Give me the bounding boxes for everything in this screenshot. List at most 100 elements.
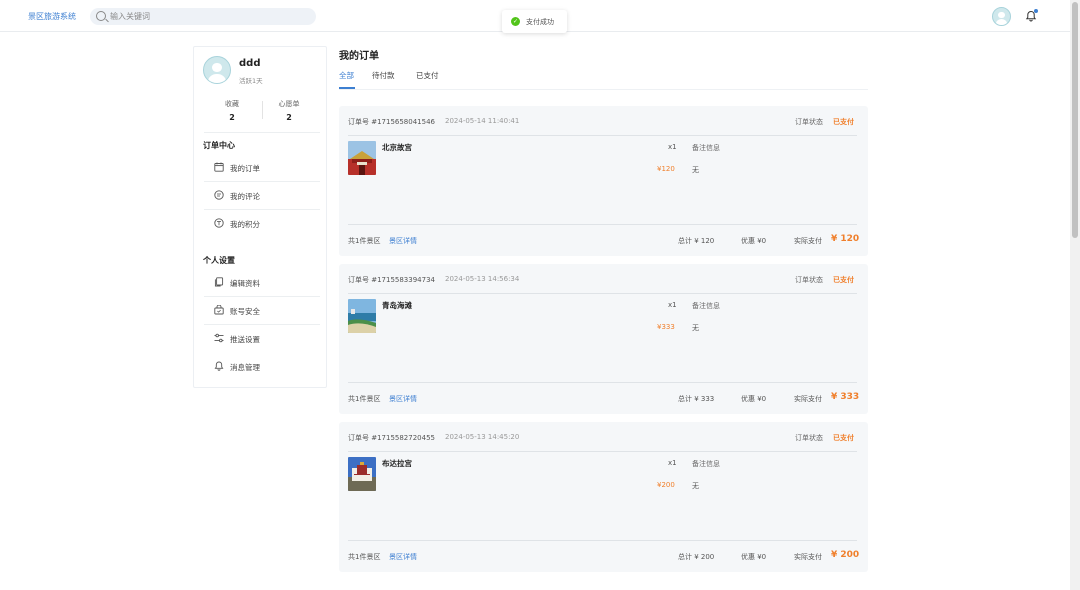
tab-pending-payment[interactable]: 待付款 (372, 70, 395, 81)
sidebar-item-label: 我的积分 (230, 220, 260, 229)
note-label: 备注信息 (692, 460, 720, 468)
divider (348, 224, 857, 225)
user-sidebar: ddd 活跃1天 收藏 2 心愿单 2 订单中心 我的订单 我的评论 我的积分 … (193, 46, 327, 388)
paid-label: 实际支付 (794, 237, 822, 245)
order-date: 2024-05-14 11:40:41 (445, 117, 520, 125)
order-status-label: 订单状态 (795, 276, 823, 284)
toast-message: 支付成功 (526, 18, 554, 26)
note-value: 无 (692, 482, 699, 490)
sidebar-item-label: 我的订单 (230, 164, 260, 173)
active-days: 活跃1天 (239, 77, 263, 85)
search-input[interactable] (110, 10, 310, 23)
avatar[interactable] (992, 7, 1011, 26)
order-card: 订单号 #1715582720455 2024-05-13 14:45:20 订… (339, 422, 868, 572)
search-box[interactable] (90, 8, 316, 25)
favorites-label: 收藏 (225, 100, 239, 108)
item-count: 共1件景区 (348, 237, 381, 245)
note-value: 无 (692, 166, 699, 174)
settings-title: 个人设置 (203, 256, 235, 265)
divider (348, 135, 857, 136)
order-discount: 优惠 ¥0 (741, 237, 767, 245)
brand-logo[interactable]: 景区旅游系统 (28, 11, 76, 22)
order-card: 订单号 #1715658041546 2024-05-14 11:40:41 订… (339, 106, 868, 256)
sidebar-item-label: 编辑资料 (230, 279, 260, 288)
sidebar-item-edit-profile[interactable]: 编辑资料 (194, 269, 326, 296)
divider (348, 540, 857, 541)
calendar-icon (214, 162, 224, 172)
product-name[interactable]: 青岛海滩 (382, 300, 412, 311)
divider (348, 382, 857, 383)
order-total: 总计 ¥ 120 (678, 237, 715, 245)
paid-label: 实际支付 (794, 395, 822, 403)
sidebar-item-label: 消息管理 (230, 363, 260, 372)
order-status: 已支付 (833, 276, 854, 284)
document-icon (214, 277, 224, 287)
notification-dot (1034, 9, 1038, 13)
scenic-detail-link[interactable]: 景区详情 (389, 236, 417, 246)
order-number: 订单号 #1715582720455 (348, 434, 435, 442)
scenic-detail-link[interactable]: 景区详情 (389, 552, 417, 562)
order-date: 2024-05-13 14:56:34 (445, 275, 520, 283)
favorites-stat[interactable]: 收藏 2 (212, 99, 252, 122)
unit-price: ¥333 (657, 323, 675, 331)
sidebar-item-push-settings[interactable]: 推送设置 (194, 325, 326, 352)
order-discount: 优惠 ¥0 (741, 395, 767, 403)
sidebar-item-my-comments[interactable]: 我的评论 (194, 182, 326, 209)
favorites-count: 2 (229, 113, 235, 122)
tab-paid[interactable]: 已支付 (416, 70, 439, 81)
order-total: 总计 ¥ 200 (678, 553, 715, 561)
user-avatar[interactable] (203, 56, 231, 84)
bell-icon (214, 361, 224, 371)
check-circle-icon: ✓ (511, 17, 520, 26)
quantity: x1 (668, 459, 677, 467)
sidebar-item-label: 我的评论 (230, 192, 260, 201)
order-number: 订单号 #1715658041546 (348, 118, 435, 126)
sidebar-item-label: 账号安全 (230, 307, 260, 316)
shield-icon (214, 304, 224, 315)
note-label: 备注信息 (692, 144, 720, 152)
stat-divider (262, 101, 263, 119)
order-status: 已支付 (833, 118, 854, 126)
quantity: x1 (668, 143, 677, 151)
sliders-icon (214, 333, 224, 343)
order-date: 2024-05-13 14:45:20 (445, 433, 520, 441)
order-status-label: 订单状态 (795, 118, 823, 126)
product-thumbnail[interactable] (348, 457, 376, 491)
item-count: 共1件景区 (348, 553, 381, 561)
order-center-title: 订单中心 (203, 141, 235, 150)
sidebar-item-message-management[interactable]: 消息管理 (194, 353, 326, 380)
search-icon (96, 11, 106, 21)
order-status: 已支付 (833, 434, 854, 442)
note-label: 备注信息 (692, 302, 720, 310)
paid-amount: ¥ 120 (831, 234, 860, 244)
product-name[interactable]: 北京故宫 (382, 142, 412, 153)
sidebar-item-my-orders[interactable]: 我的订单 (194, 154, 326, 181)
item-count: 共1件景区 (348, 395, 381, 403)
sidebar-item-account-security[interactable]: 账号安全 (194, 297, 326, 324)
comment-icon (214, 190, 224, 200)
tab-all[interactable]: 全部 (339, 70, 354, 81)
divider (204, 132, 320, 133)
divider (348, 451, 857, 452)
unit-price: ¥200 (657, 481, 675, 489)
note-value: 无 (692, 324, 699, 332)
order-total: 总计 ¥ 333 (678, 395, 715, 403)
quantity: x1 (668, 301, 677, 309)
bell-icon[interactable] (1025, 9, 1038, 22)
paid-amount: ¥ 200 (831, 550, 860, 560)
sidebar-item-my-points[interactable]: 我的积分 (194, 210, 326, 237)
divider (348, 293, 857, 294)
product-thumbnail[interactable] (348, 299, 376, 333)
product-thumbnail[interactable] (348, 141, 376, 175)
scrollbar-thumb[interactable] (1072, 2, 1078, 238)
order-card: 订单号 #1715583394734 2024-05-13 14:56:34 订… (339, 264, 868, 414)
username: ddd (239, 58, 261, 69)
scenic-detail-link[interactable]: 景区详情 (389, 394, 417, 404)
paid-label: 实际支付 (794, 553, 822, 561)
product-name[interactable]: 布达拉宫 (382, 458, 412, 469)
wishlist-label: 心愿单 (278, 100, 300, 108)
wishlist-stat[interactable]: 心愿单 2 (269, 99, 309, 122)
page-title: 我的订单 (339, 51, 379, 62)
order-number: 订单号 #1715583394734 (348, 276, 435, 284)
sidebar-item-label: 推送设置 (230, 335, 260, 344)
